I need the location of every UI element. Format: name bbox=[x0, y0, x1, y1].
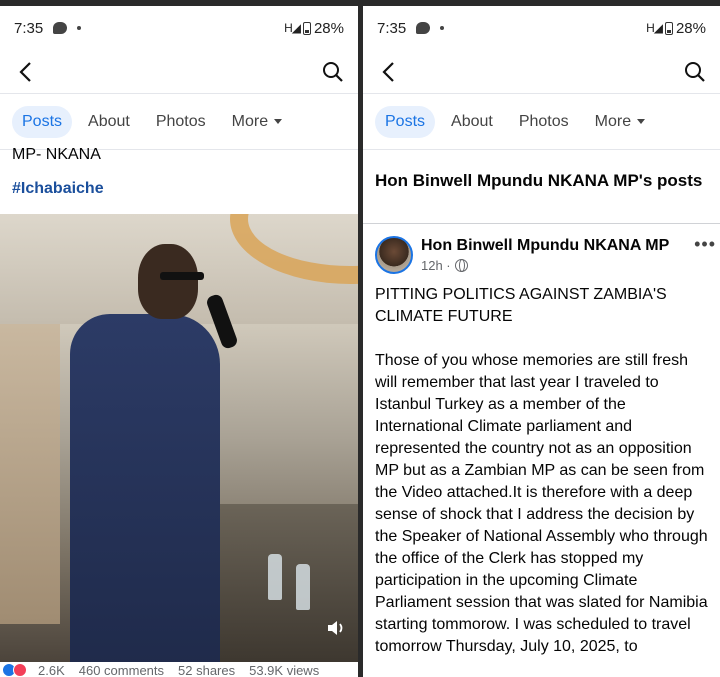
tab-photos[interactable]: Photos bbox=[509, 106, 579, 138]
comment-count[interactable]: 460 comments bbox=[79, 663, 164, 677]
tab-about[interactable]: About bbox=[78, 106, 140, 138]
status-time: 7:35 bbox=[377, 19, 407, 37]
signal-icon: H◢ bbox=[284, 21, 301, 35]
back-arrow-icon[interactable] bbox=[375, 59, 401, 85]
page-tabs: Posts About Photos More bbox=[0, 94, 358, 150]
notification-dot bbox=[77, 26, 82, 30]
post-video[interactable] bbox=[0, 214, 358, 662]
post-time[interactable]: 12h · bbox=[421, 258, 451, 273]
chat-bubble-icon bbox=[416, 22, 431, 34]
globe-icon bbox=[454, 259, 468, 272]
right-screen: 7:35 H◢ 28% Posts About Photos More Hon … bbox=[363, 6, 720, 677]
tab-more-label: More bbox=[594, 112, 632, 130]
post-paragraph: Those of you whose memories are still fr… bbox=[375, 352, 708, 655]
speaker-glasses bbox=[160, 272, 204, 280]
video-speaker bbox=[60, 244, 239, 662]
left-screen: 7:35 H◢ 28% Posts About Photos More MP- … bbox=[0, 6, 358, 677]
sound-icon[interactable] bbox=[326, 619, 346, 642]
post-body: PITTING POLITICS AGAINST ZAMBIA'S CLIMAT… bbox=[363, 274, 720, 658]
avatar[interactable] bbox=[375, 236, 413, 274]
signal-icon: H◢ bbox=[646, 21, 663, 35]
tab-posts[interactable]: Posts bbox=[375, 105, 436, 138]
battery-level: 28% bbox=[313, 19, 344, 37]
page-title: Hon Binwell Mpundu NKANA MP's posts bbox=[363, 150, 720, 224]
caret-down-icon bbox=[637, 118, 646, 124]
search-icon[interactable] bbox=[682, 59, 708, 85]
tab-more[interactable]: More bbox=[222, 106, 292, 138]
battery-icon bbox=[664, 21, 673, 35]
top-bar bbox=[363, 50, 720, 94]
post-text-fragment: MP- NKANA bbox=[12, 148, 101, 162]
reaction-icons[interactable] bbox=[2, 663, 27, 677]
more-dots-icon[interactable]: ••• bbox=[694, 234, 716, 255]
post-title: PITTING POLITICS AGAINST ZAMBIA'S CLIMAT… bbox=[375, 286, 667, 325]
video-wall bbox=[0, 324, 60, 624]
caret-down-icon bbox=[274, 118, 283, 124]
notification-dot bbox=[440, 26, 445, 30]
tab-photos[interactable]: Photos bbox=[146, 106, 216, 138]
tab-about[interactable]: About bbox=[441, 106, 503, 138]
share-count[interactable]: 52 shares bbox=[178, 663, 235, 677]
status-bar: 7:35 H◢ 28% bbox=[363, 6, 720, 50]
search-icon[interactable] bbox=[320, 59, 346, 85]
video-bottle bbox=[296, 564, 310, 610]
speaker-head bbox=[138, 244, 198, 319]
reaction-count[interactable]: 2.6K bbox=[38, 663, 65, 677]
top-bar bbox=[0, 50, 358, 94]
hashtag-link[interactable]: #Ichabaiche bbox=[0, 180, 358, 202]
reaction-bar: 2.6K 460 comments 52 shares 53.9K views bbox=[0, 655, 358, 677]
chat-bubble-icon bbox=[53, 22, 68, 34]
post-author[interactable]: Hon Binwell Mpundu NKANA MP bbox=[421, 236, 669, 256]
battery-icon bbox=[302, 21, 311, 35]
page-tabs: Posts About Photos More bbox=[363, 94, 720, 150]
tab-more-label: More bbox=[231, 112, 269, 130]
post-header: Hon Binwell Mpundu NKANA MP 12h · ••• bbox=[363, 224, 720, 274]
status-time: 7:35 bbox=[14, 19, 44, 37]
view-count: 53.9K views bbox=[249, 663, 320, 677]
status-bar: 7:35 H◢ 28% bbox=[0, 6, 358, 50]
tab-posts[interactable]: Posts bbox=[12, 105, 73, 138]
tab-more[interactable]: More bbox=[585, 106, 655, 138]
speaker-body bbox=[70, 314, 220, 662]
post-meta: 12h · bbox=[421, 258, 669, 273]
back-arrow-icon[interactable] bbox=[12, 59, 38, 85]
video-bottle bbox=[268, 554, 282, 600]
battery-level: 28% bbox=[675, 19, 706, 37]
